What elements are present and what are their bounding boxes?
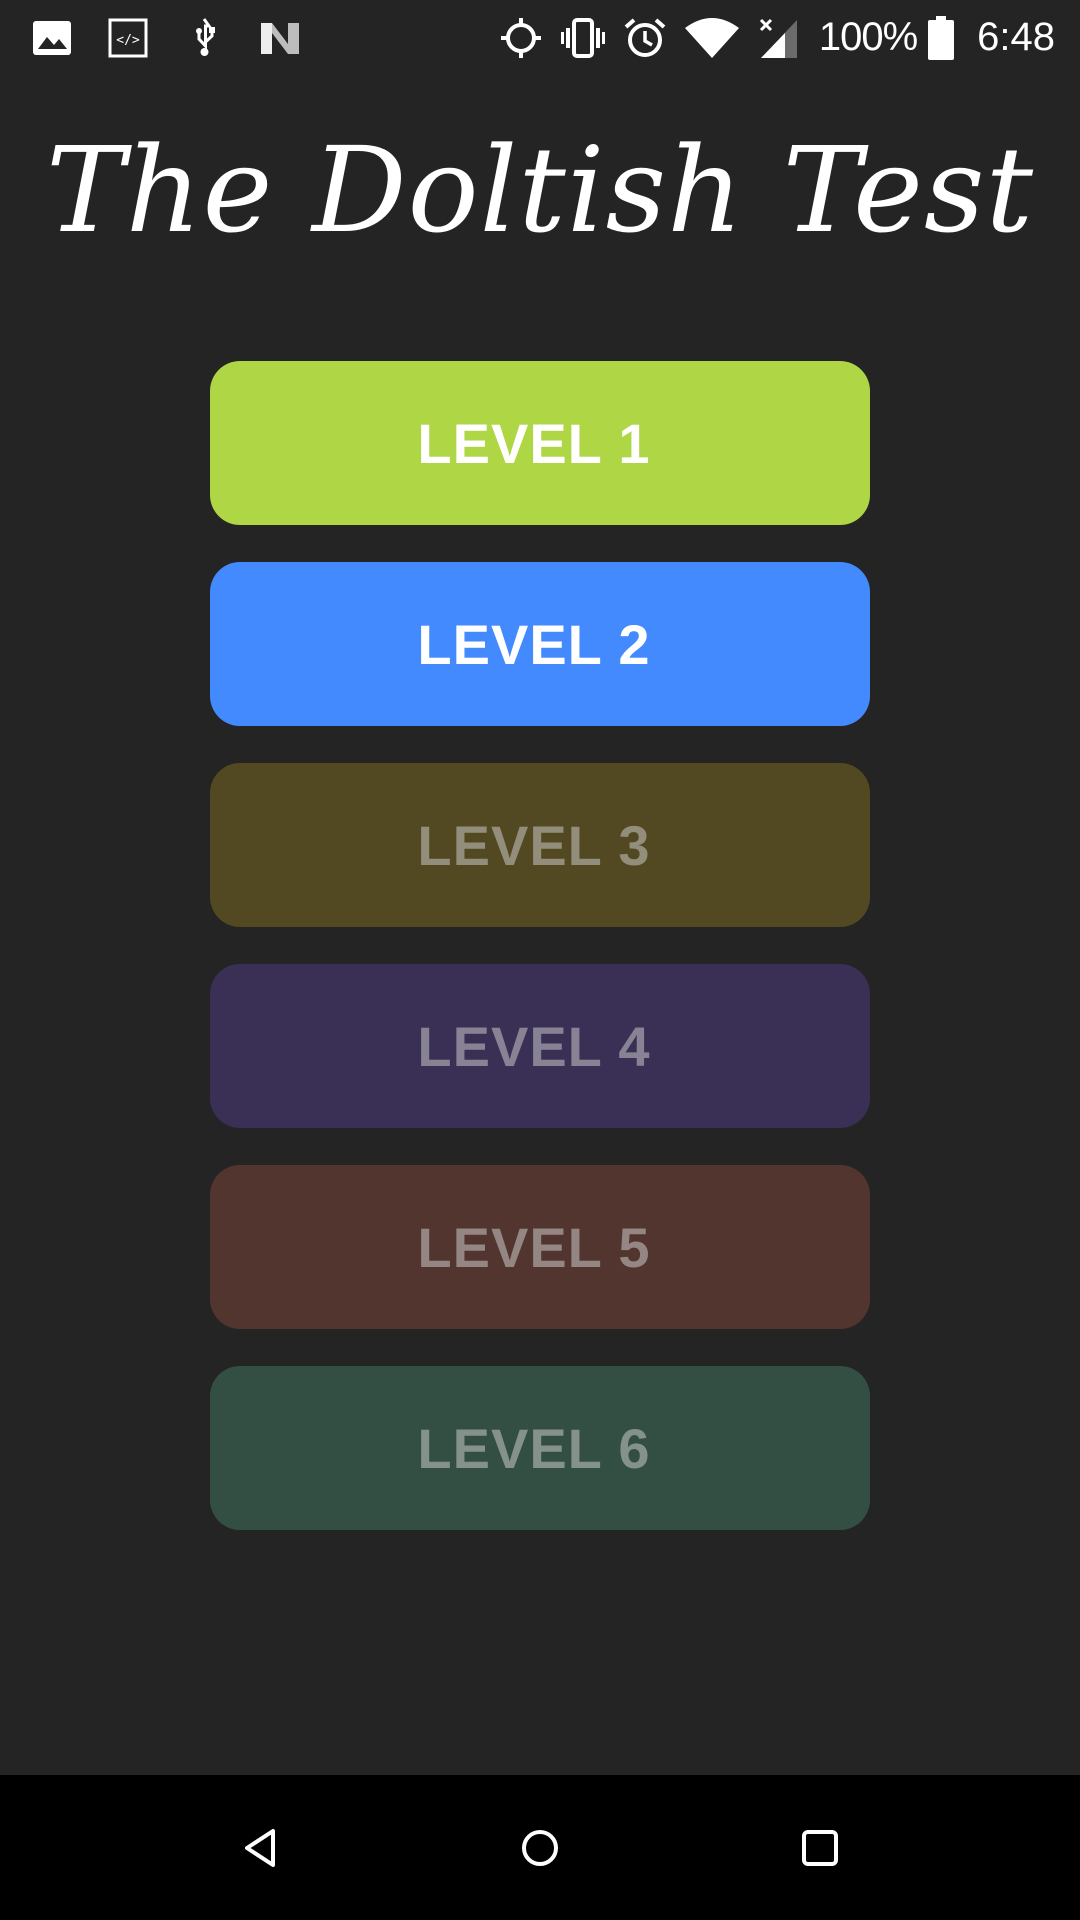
wifi-icon (684, 16, 739, 60)
home-button[interactable] (495, 1803, 585, 1893)
level-2-label: LEVEL 2 (417, 612, 651, 676)
level-5-label: LEVEL 5 (417, 1215, 651, 1279)
level-3-label: LEVEL 3 (417, 813, 651, 877)
level-2-button[interactable]: LEVEL 2 (210, 562, 870, 726)
home-icon (522, 1830, 558, 1866)
battery-percentage: 100% (818, 15, 918, 59)
app-title: The Doltish Test (45, 121, 1034, 259)
status-bar-notifications: </> (0, 0, 302, 75)
level-1-label: LEVEL 1 (417, 411, 651, 475)
level-list: LEVEL 1 LEVEL 2 LEVEL 3 LEVEL 4 LEVEL 5 … (210, 361, 870, 1567)
level-6-label: LEVEL 6 (417, 1416, 651, 1480)
n-logo-icon (258, 16, 302, 60)
usb-icon (182, 16, 226, 60)
alarm-icon (623, 16, 667, 60)
recents-button[interactable] (775, 1803, 865, 1893)
level-5-button[interactable]: LEVEL 5 (210, 1165, 870, 1329)
svg-text:</>: </> (116, 33, 140, 48)
level-6-button[interactable]: LEVEL 6 (210, 1366, 870, 1530)
recents-icon (802, 1830, 838, 1866)
gps-icon (499, 16, 543, 60)
vibrate-icon (560, 16, 605, 60)
screen: </> 100% 6:48 The Doltish Test LEVEL 1 L… (0, 0, 1080, 1920)
clock: 6:48 (977, 15, 1055, 59)
back-button[interactable] (216, 1803, 306, 1893)
level-4-button[interactable]: LEVEL 4 (210, 964, 870, 1128)
battery-icon (927, 15, 955, 60)
navigation-bar (0, 1775, 1080, 1920)
level-1-button[interactable]: LEVEL 1 (210, 361, 870, 525)
image-icon (30, 16, 74, 60)
status-bar-system: 100% 6:48 (499, 0, 1080, 75)
signal-icon (757, 16, 801, 60)
code-icon: </> (106, 16, 150, 60)
status-bar: </> 100% 6:48 (0, 0, 1080, 75)
back-icon (245, 1829, 275, 1867)
level-4-label: LEVEL 4 (417, 1014, 651, 1078)
level-3-button[interactable]: LEVEL 3 (210, 763, 870, 927)
